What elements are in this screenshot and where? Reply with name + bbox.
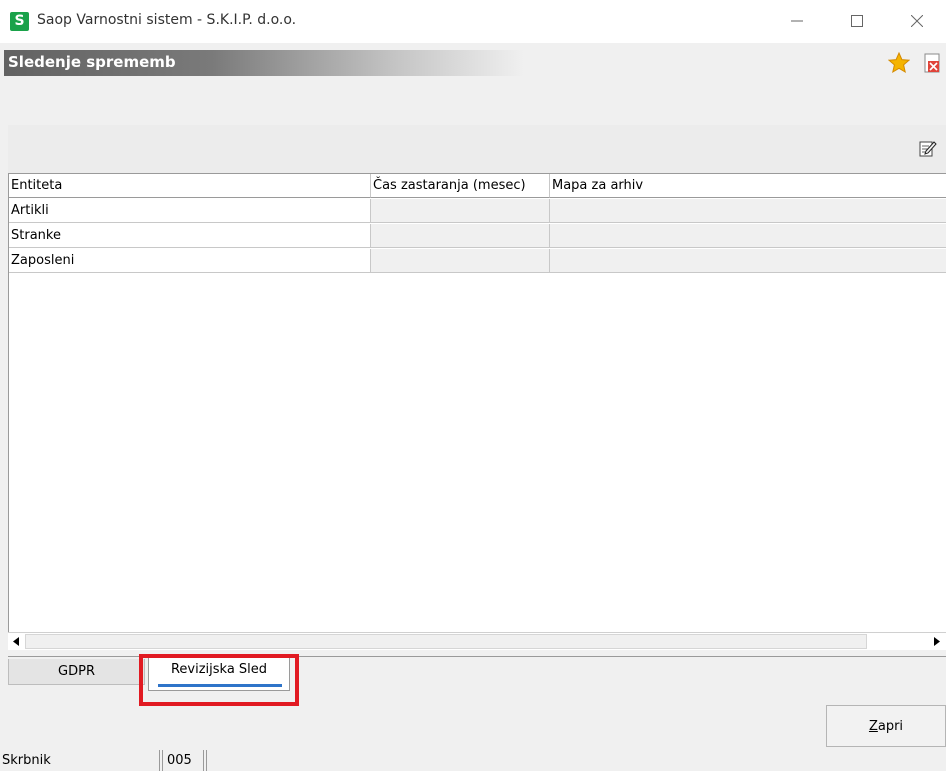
table-row[interactable]: Artikli xyxy=(9,199,946,224)
scroll-left-button[interactable] xyxy=(9,633,23,649)
edit-icon[interactable] xyxy=(919,139,937,157)
close-button-accelerator: Z xyxy=(868,718,878,734)
cell-mapa-za-arhiv[interactable] xyxy=(550,224,946,248)
star-icon[interactable] xyxy=(887,51,911,74)
cell-cas-zastaranja[interactable] xyxy=(371,249,550,273)
scrollbar-thumb[interactable] xyxy=(25,634,867,649)
tab-gdpr[interactable]: GDPR xyxy=(8,659,145,685)
arrow-right-icon xyxy=(934,636,940,646)
table-row[interactable]: Zaposleni xyxy=(9,249,946,274)
column-header-entiteta[interactable]: Entiteta xyxy=(9,174,371,198)
cell-mapa-za-arhiv[interactable] xyxy=(550,199,946,223)
cell-entiteta[interactable]: Stranke xyxy=(9,224,371,248)
scroll-right-button[interactable] xyxy=(930,633,944,649)
close-button[interactable]: Zapri xyxy=(826,705,946,747)
data-grid[interactable]: Entiteta Čas zastaranja (mesec) Mapa za … xyxy=(8,173,946,633)
column-header-mapa-za-arhiv[interactable]: Mapa za arhiv xyxy=(550,174,946,198)
cell-mapa-za-arhiv[interactable] xyxy=(550,249,946,273)
status-code: 005 xyxy=(162,750,204,771)
grid-toolbar xyxy=(8,125,946,174)
highlight-annotation-box xyxy=(139,654,299,706)
maximize-button[interactable] xyxy=(834,6,880,36)
table-row[interactable]: Stranke xyxy=(9,224,946,249)
maximize-icon xyxy=(851,15,863,27)
cell-entiteta[interactable]: Zaposleni xyxy=(9,249,371,273)
status-user: Skrbnik xyxy=(0,750,160,771)
cell-entiteta[interactable]: Artikli xyxy=(9,199,371,223)
minimize-icon xyxy=(791,20,803,22)
close-button-label: apri xyxy=(877,718,904,734)
cell-cas-zastaranja[interactable] xyxy=(371,224,550,248)
column-header-cas-zastaranja[interactable]: Čas zastaranja (mesec) xyxy=(371,174,550,198)
arrow-left-icon xyxy=(13,636,19,646)
close-form-icon[interactable] xyxy=(920,52,942,74)
window-title: Saop Varnostni sistem - S.K.I.P. d.o.o. xyxy=(37,12,297,28)
minimize-button[interactable] xyxy=(774,6,820,36)
close-window-button[interactable] xyxy=(894,6,940,36)
app-logo-icon: S xyxy=(10,12,29,31)
close-icon xyxy=(911,15,923,27)
cell-cas-zastaranja[interactable] xyxy=(371,199,550,223)
status-panel xyxy=(206,750,946,771)
form-title: Sledenje sprememb xyxy=(8,53,176,71)
grid-header-row: Entiteta Čas zastaranja (mesec) Mapa za … xyxy=(9,174,946,199)
